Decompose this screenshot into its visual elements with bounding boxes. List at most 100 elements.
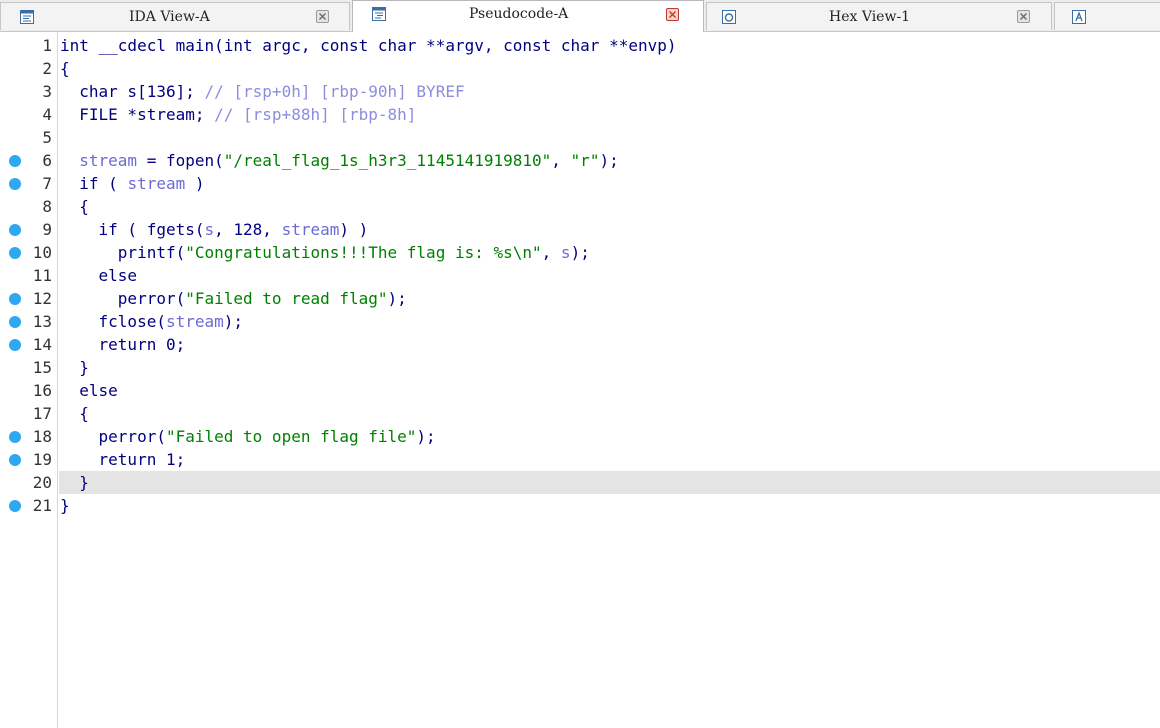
code-line[interactable]: 2{ xyxy=(0,57,1160,80)
hex-view-icon xyxy=(721,9,737,25)
disassembly-view-icon xyxy=(19,9,35,25)
tab-hex-view-1[interactable]: Hex View-1 xyxy=(706,2,1052,30)
code-line[interactable]: 9 if ( fgets(s, 128, stream) ) xyxy=(0,218,1160,241)
code-text[interactable]: if ( fgets(s, 128, stream) ) xyxy=(60,220,369,239)
code-token: char s[136]; xyxy=(60,82,205,101)
breakpoint-dot-icon[interactable] xyxy=(9,316,21,328)
variable-token: stream xyxy=(281,220,340,239)
line-number: 16 xyxy=(32,381,52,400)
code-line[interactable]: 13 fclose(stream); xyxy=(0,310,1160,333)
line-number: 1 xyxy=(42,36,52,55)
code-token: } xyxy=(60,496,70,515)
current-line-highlight xyxy=(59,471,1160,494)
code-line[interactable]: 5 xyxy=(0,126,1160,149)
breakpoint-dot-icon[interactable] xyxy=(9,224,21,236)
breakpoint-dot-icon[interactable] xyxy=(9,293,21,305)
line-number: 9 xyxy=(42,220,52,239)
code-token: perror( xyxy=(60,289,186,308)
code-token: else xyxy=(60,266,138,285)
code-line[interactable]: 12 perror("Failed to read flag"); xyxy=(0,287,1160,310)
breakpoint-dot-icon[interactable] xyxy=(9,178,21,190)
tab-bar: IDA View-A Pseudocode-A Hex View-1 xyxy=(0,0,1160,32)
code-line[interactable]: 14 return 0; xyxy=(0,333,1160,356)
code-text[interactable]: perror("Failed to open flag file"); xyxy=(60,427,436,446)
code-text[interactable]: } xyxy=(60,358,89,377)
breakpoint-dot-icon[interactable] xyxy=(9,155,21,167)
tab-structures[interactable] xyxy=(1054,2,1160,30)
breakpoint-dot-icon[interactable] xyxy=(9,431,21,443)
code-text[interactable]: char s[136]; // [rsp+0h] [rbp-90h] BYREF xyxy=(60,82,464,101)
code-token: int __cdecl main(int argc, const char **… xyxy=(60,36,677,55)
code-text[interactable]: perror("Failed to read flag"); xyxy=(60,289,407,308)
code-text[interactable]: { xyxy=(60,59,70,78)
code-text[interactable]: return 1; xyxy=(60,450,186,469)
code-line[interactable]: 7 if ( stream ) xyxy=(0,172,1160,195)
tab-ida-view-a[interactable]: IDA View-A xyxy=(0,2,350,30)
breakpoint-dot-icon[interactable] xyxy=(9,500,21,512)
line-number: 4 xyxy=(42,105,52,124)
code-line[interactable]: 3 char s[136]; // [rsp+0h] [rbp-90h] BYR… xyxy=(0,80,1160,103)
code-text[interactable]: return 0; xyxy=(60,335,186,354)
string-literal: "/real_flag_1s_h3r3_1145141919810" xyxy=(223,151,552,170)
code-line[interactable]: 15 } xyxy=(0,356,1160,379)
code-text[interactable]: int __cdecl main(int argc, const char **… xyxy=(60,36,677,55)
breakpoint-dot-icon[interactable] xyxy=(9,454,21,466)
code-text[interactable]: { xyxy=(60,404,89,423)
code-token: } xyxy=(60,358,89,377)
pseudocode-editor[interactable]: 1 int __cdecl main(int argc, const char *… xyxy=(0,32,1160,728)
code-token: = fopen( xyxy=(137,151,224,170)
code-line[interactable]: 20 } xyxy=(0,471,1160,494)
code-text[interactable]: else xyxy=(60,381,118,400)
code-line[interactable]: 11 else xyxy=(0,264,1160,287)
code-line[interactable]: 17 { xyxy=(0,402,1160,425)
code-token: printf( xyxy=(60,243,186,262)
line-number: 12 xyxy=(32,289,52,308)
code-token: ); xyxy=(387,289,407,308)
code-text[interactable]: { xyxy=(60,197,89,216)
close-icon[interactable] xyxy=(666,8,679,21)
code-line[interactable]: 1 int __cdecl main(int argc, const char *… xyxy=(0,34,1160,57)
tab-pseudocode-a[interactable]: Pseudocode-A xyxy=(352,0,704,32)
code-token: return 0; xyxy=(60,335,186,354)
breakpoint-dot-icon[interactable] xyxy=(9,339,21,351)
code-line[interactable]: 8 { xyxy=(0,195,1160,218)
code-line[interactable]: 4 FILE *stream; // [rsp+88h] [rbp-8h] xyxy=(0,103,1160,126)
code-text[interactable]: else xyxy=(60,266,138,285)
code-line[interactable]: 18 perror("Failed to open flag file"); xyxy=(0,425,1160,448)
tab-label: Hex View-1 xyxy=(829,9,911,25)
code-token: return 1; xyxy=(60,450,186,469)
variable-token: stream xyxy=(165,312,224,331)
code-token: { xyxy=(60,197,89,216)
line-number: 19 xyxy=(32,450,52,469)
code-text[interactable]: if ( stream ) xyxy=(60,174,204,193)
code-line[interactable]: 16 else xyxy=(0,379,1160,402)
code-token: , xyxy=(551,151,571,170)
structures-icon xyxy=(1071,9,1087,25)
code-text[interactable]: } xyxy=(60,473,89,492)
code-line[interactable]: 10 printf("Congratulations!!!The flag is… xyxy=(0,241,1160,264)
code-token: , 128, xyxy=(214,220,282,239)
code-line[interactable]: 21} xyxy=(0,494,1160,517)
line-number: 14 xyxy=(32,335,52,354)
close-icon[interactable] xyxy=(316,10,329,23)
variable-token: stream xyxy=(79,151,138,170)
code-token: if ( xyxy=(60,174,128,193)
code-text[interactable]: printf("Congratulations!!!The flag is: %… xyxy=(60,243,590,262)
line-number: 17 xyxy=(32,404,52,423)
code-token: else xyxy=(60,381,118,400)
code-text[interactable]: } xyxy=(60,496,70,515)
code-token: ); xyxy=(416,427,436,446)
code-text[interactable]: stream = fopen("/real_flag_1s_h3r3_11451… xyxy=(60,151,618,170)
code-text[interactable]: fclose(stream); xyxy=(60,312,244,331)
code-token: , xyxy=(541,243,561,262)
close-icon[interactable] xyxy=(1017,10,1030,23)
variable-token: s xyxy=(560,243,571,262)
tab-label: IDA View-A xyxy=(129,9,210,25)
code-comment: // [rsp+88h] [rbp-8h] xyxy=(214,105,417,124)
breakpoint-dot-icon[interactable] xyxy=(9,247,21,259)
code-line[interactable]: 6 stream = fopen("/real_flag_1s_h3r3_114… xyxy=(0,149,1160,172)
code-line[interactable]: 19 return 1; xyxy=(0,448,1160,471)
code-text[interactable]: FILE *stream; // [rsp+88h] [rbp-8h] xyxy=(60,105,416,124)
tab-label: Pseudocode-A xyxy=(469,6,569,22)
